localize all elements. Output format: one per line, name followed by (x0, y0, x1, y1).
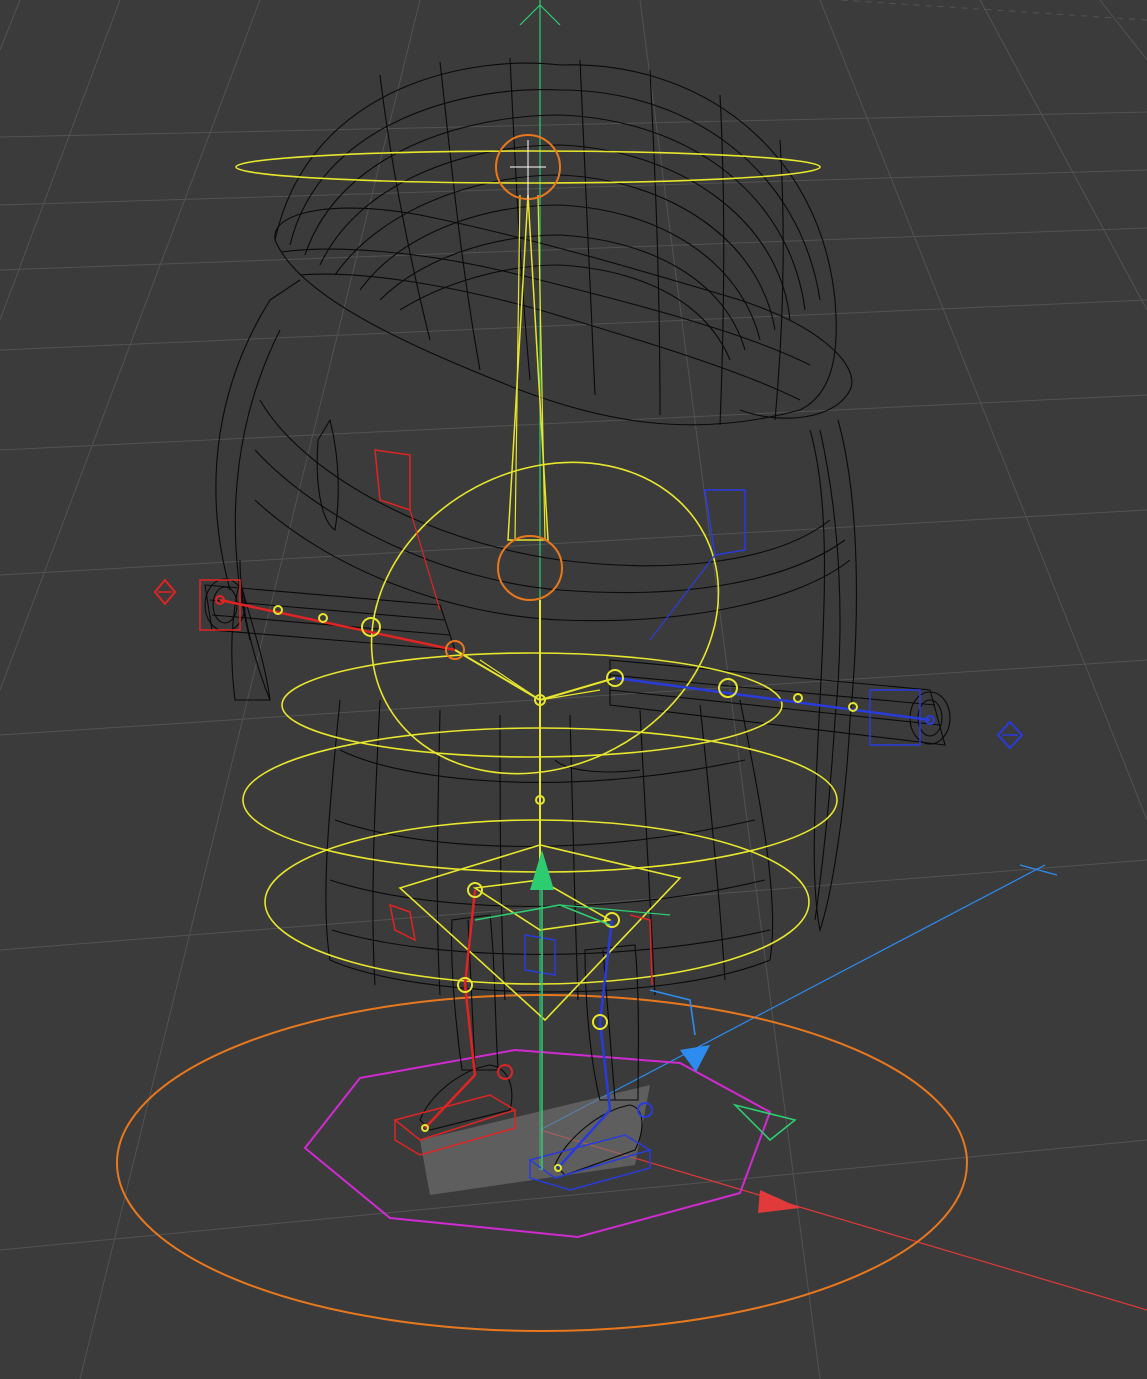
arrow-x-icon[interactable] (758, 1190, 800, 1213)
floor-shadow (420, 1085, 650, 1195)
character-wireframe[interactable] (204, 57, 951, 1176)
arrow-y-icon[interactable] (530, 850, 554, 890)
left-arm-rig[interactable] (199, 449, 465, 660)
right-pole-controller[interactable] (996, 720, 1024, 750)
left-knee-control[interactable] (389, 903, 417, 942)
torso-control-ring-1[interactable] (281, 652, 783, 758)
chest-control-ring[interactable] (317, 403, 774, 833)
viewport-scene[interactable] (0, 0, 1147, 1379)
hip-control-ring[interactable] (264, 819, 810, 985)
left-shoulder-control[interactable] (374, 449, 411, 512)
3d-viewport[interactable] (0, 0, 1147, 1379)
left-pole-controller[interactable] (153, 578, 177, 606)
arrow-z-icon[interactable] (680, 1045, 710, 1072)
neck-joint[interactable] (497, 535, 563, 601)
